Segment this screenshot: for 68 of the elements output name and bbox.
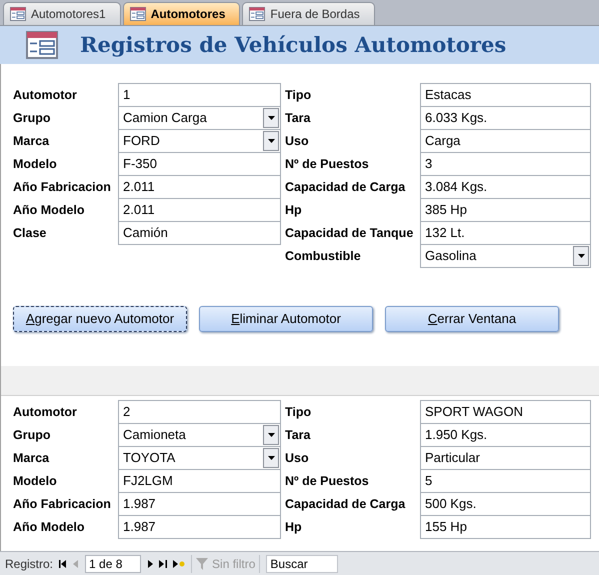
form-button[interactable]: Eliminar Automotor — [199, 306, 373, 332]
field-value[interactable]: 3 — [421, 154, 590, 174]
record-label: Registro: — [5, 556, 54, 572]
field-value[interactable]: 1.987 — [119, 517, 280, 537]
field-value[interactable]: Carga — [421, 131, 590, 151]
field-value[interactable]: Camión — [119, 223, 280, 243]
funnel-icon — [196, 558, 208, 570]
field-value[interactable]: 6.033 Kgs. — [421, 108, 590, 128]
field-label: Hp — [285, 519, 303, 536]
field-label: Tara — [285, 110, 312, 128]
field-value[interactable]: 1 — [119, 85, 280, 105]
field-value[interactable]: 2.011 — [119, 177, 280, 197]
field-label: Modelo — [13, 473, 58, 490]
field-value[interactable]: 1.987 — [119, 494, 280, 514]
field-label: Hp — [285, 202, 303, 220]
first-record-icon[interactable] — [59, 560, 68, 568]
record-position-field[interactable]: 1 de 8 — [85, 554, 142, 572]
field-value[interactable]: Estacas — [421, 85, 590, 105]
field-label: Uso — [285, 450, 310, 468]
field-label: Grupo — [13, 110, 52, 128]
field-value[interactable]: 155 Hp — [421, 517, 590, 537]
field-value[interactable]: 132 Lt. — [421, 223, 590, 243]
field-value[interactable]: Particular — [421, 448, 590, 468]
field-label: Capacidad de Carga — [285, 496, 406, 514]
field-label: Tipo — [285, 87, 312, 104]
field-label: Clase — [13, 225, 48, 242]
tab[interactable]: Automotores — [122, 2, 240, 25]
field-label: Automotor — [13, 87, 78, 104]
field-value[interactable]: 2 — [119, 402, 280, 422]
form-icon — [10, 7, 26, 21]
form-icon — [130, 7, 146, 21]
field-label: Año Modelo — [13, 519, 86, 536]
field-value[interactable]: FJ2LGM — [119, 471, 280, 491]
form-button[interactable]: Agregar nuevo Automotor — [13, 306, 187, 332]
form-icon — [249, 7, 266, 21]
field-value[interactable]: F-350 — [119, 154, 280, 174]
field-label: Año Fabricacion — [13, 179, 112, 196]
field-label: Capacidad de Tanque — [285, 225, 414, 242]
field-label: Combustible — [285, 248, 362, 266]
form-title: Registros de Vehículos Automotores — [80, 31, 506, 60]
next-record-icon[interactable] — [147, 560, 154, 568]
tab[interactable]: Fuera de Bordas — [242, 2, 375, 25]
field-label: Marca — [13, 133, 50, 150]
field-value[interactable]: 385 Hp — [421, 200, 590, 220]
search-field[interactable]: Buscar — [266, 554, 338, 572]
field-label: Nº de Puestos — [285, 473, 370, 490]
field-value[interactable]: 2.011 — [119, 200, 280, 220]
field-label: Uso — [285, 133, 310, 150]
field-value[interactable]: 1.950 Kgs. — [421, 425, 590, 445]
field-label: Nº de Puestos — [285, 156, 370, 174]
new-record-icon[interactable] — [173, 560, 186, 568]
field-value[interactable]: 5 — [421, 471, 590, 491]
field-value[interactable]: 500 Kgs. — [421, 494, 590, 514]
field-label: Año Fabricacion — [13, 496, 112, 514]
field-label: Tipo — [285, 404, 312, 422]
form-icon — [26, 31, 58, 59]
field-label: Tara — [285, 427, 312, 444]
field-value[interactable]: SPORT WAGON — [421, 402, 590, 422]
field-label: Automotor — [13, 404, 78, 422]
field-label: Grupo — [13, 427, 52, 444]
last-record-icon[interactable] — [159, 560, 168, 568]
field-value[interactable]: 3.084 Kgs. — [421, 177, 590, 197]
field-label: Marca — [13, 450, 50, 468]
field-label: Año Modelo — [13, 202, 86, 220]
field-label: Modelo — [13, 156, 58, 174]
form-button[interactable]: Cerrar Ventana — [385, 306, 559, 332]
tab[interactable]: Automotores1 — [3, 2, 121, 25]
field-label: Capacidad de Carga — [285, 179, 406, 196]
